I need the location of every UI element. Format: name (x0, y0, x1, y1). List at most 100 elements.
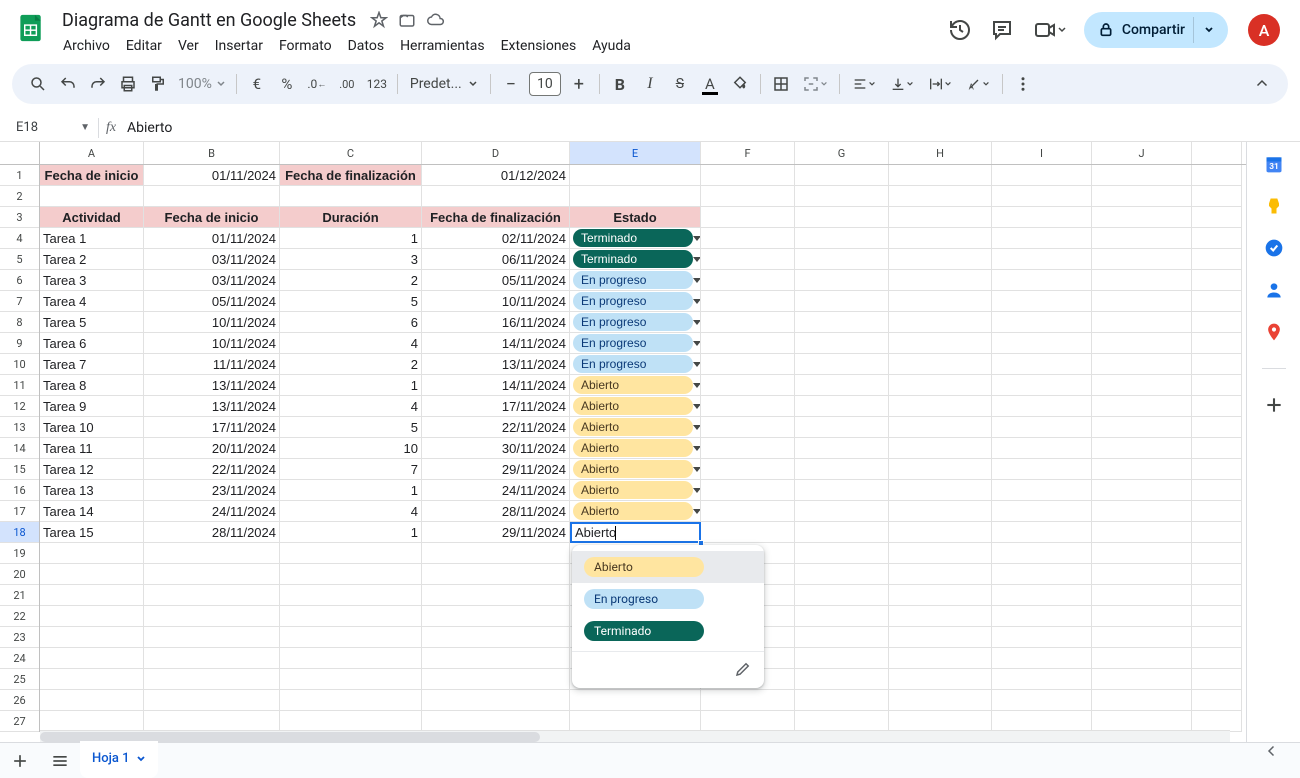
cell[interactable] (1092, 186, 1192, 207)
cell[interactable] (1192, 396, 1242, 417)
cell[interactable] (992, 207, 1092, 228)
cell[interactable] (889, 669, 992, 690)
cell[interactable] (992, 690, 1092, 711)
cell-D15[interactable]: 29/11/2024 (422, 459, 570, 480)
row-header-27[interactable]: 27 (0, 711, 39, 732)
cell[interactable] (144, 648, 280, 669)
cell[interactable] (889, 207, 992, 228)
calendar-icon[interactable]: 31 (1264, 154, 1284, 174)
cell[interactable] (889, 291, 992, 312)
cell[interactable] (992, 165, 1092, 186)
cell[interactable] (795, 543, 889, 564)
row-header-24[interactable]: 24 (0, 648, 39, 669)
cell[interactable] (1092, 669, 1192, 690)
bold-icon[interactable]: B (606, 70, 634, 98)
font-select[interactable]: Predet... (404, 76, 484, 92)
cell-B7[interactable]: 05/11/2024 (144, 291, 280, 312)
col-header-H[interactable]: H (889, 142, 992, 164)
cell[interactable] (1092, 522, 1192, 543)
cell[interactable] (889, 648, 992, 669)
cell[interactable] (1192, 438, 1242, 459)
user-avatar[interactable]: A (1248, 14, 1280, 46)
cell-D10[interactable]: 13/11/2024 (422, 354, 570, 375)
cell-B3[interactable]: Fecha de inicio (144, 207, 280, 228)
dropdown-option-abierto[interactable]: Abierto (572, 551, 764, 583)
dropdown-option-progreso[interactable]: En progreso (572, 583, 764, 615)
cell-A5[interactable]: Tarea 2 (40, 249, 144, 270)
cell-D8[interactable]: 16/11/2024 (422, 312, 570, 333)
cell[interactable] (795, 711, 889, 732)
cell[interactable] (992, 417, 1092, 438)
cell[interactable] (422, 543, 570, 564)
cell[interactable] (1192, 333, 1242, 354)
cell[interactable] (570, 690, 701, 711)
cell[interactable] (1192, 669, 1242, 690)
strike-icon[interactable]: S (666, 70, 694, 98)
cell[interactable] (1192, 228, 1242, 249)
cell-E10[interactable]: En progreso (570, 354, 701, 375)
cell[interactable] (701, 333, 795, 354)
cell-B10[interactable]: 11/11/2024 (144, 354, 280, 375)
formula-input[interactable]: Abierto (123, 120, 1300, 136)
wrap-icon[interactable] (922, 70, 958, 98)
cell[interactable] (40, 690, 144, 711)
cell[interactable] (701, 165, 795, 186)
cell[interactable] (1192, 648, 1242, 669)
cell[interactable] (795, 396, 889, 417)
cell-C1[interactable]: Fecha de finalización (280, 165, 422, 186)
cell[interactable] (795, 669, 889, 690)
cell[interactable] (1192, 711, 1242, 732)
cell[interactable] (889, 585, 992, 606)
cell[interactable] (992, 312, 1092, 333)
cell[interactable] (795, 270, 889, 291)
cell[interactable] (992, 291, 1092, 312)
cell[interactable] (889, 396, 992, 417)
cell[interactable] (144, 585, 280, 606)
merge-icon[interactable] (797, 70, 833, 98)
cell[interactable] (1192, 270, 1242, 291)
cell[interactable] (889, 375, 992, 396)
cell-B9[interactable]: 10/11/2024 (144, 333, 280, 354)
cell[interactable] (280, 690, 422, 711)
cell[interactable] (570, 711, 701, 732)
row-header-26[interactable]: 26 (0, 690, 39, 711)
collapse-toolbar-icon[interactable] (1248, 70, 1276, 98)
cell[interactable] (280, 585, 422, 606)
cell[interactable] (795, 354, 889, 375)
col-header-E[interactable]: E (570, 142, 701, 164)
row-header-22[interactable]: 22 (0, 606, 39, 627)
history-icon[interactable] (946, 16, 974, 44)
cell[interactable] (889, 606, 992, 627)
cell[interactable] (1192, 585, 1242, 606)
cell[interactable] (280, 606, 422, 627)
cell[interactable] (889, 438, 992, 459)
cell[interactable] (701, 249, 795, 270)
cell[interactable] (889, 480, 992, 501)
menu-extensions[interactable]: Extensiones (494, 34, 584, 58)
cell-D6[interactable]: 05/11/2024 (422, 270, 570, 291)
cell[interactable] (1092, 333, 1192, 354)
cell[interactable] (992, 396, 1092, 417)
cell[interactable] (280, 186, 422, 207)
percent-icon[interactable]: % (273, 70, 301, 98)
cell[interactable] (795, 564, 889, 585)
menu-view[interactable]: Ver (171, 34, 206, 58)
cell[interactable] (1192, 459, 1242, 480)
cell-E7[interactable]: En progreso (570, 291, 701, 312)
cell[interactable] (422, 564, 570, 585)
cell[interactable] (992, 711, 1092, 732)
cell-A18[interactable]: Tarea 15 (40, 522, 144, 543)
cell[interactable] (992, 627, 1092, 648)
cell[interactable] (701, 207, 795, 228)
row-header-8[interactable]: 8 (0, 312, 39, 333)
active-cell-editor[interactable]: Abierto (570, 522, 701, 543)
cell[interactable] (992, 501, 1092, 522)
cell-B15[interactable]: 22/11/2024 (144, 459, 280, 480)
row-header-11[interactable]: 11 (0, 375, 39, 396)
row-header-3[interactable]: 3 (0, 207, 39, 228)
cell-E17[interactable]: Abierto (570, 501, 701, 522)
cell[interactable] (1092, 585, 1192, 606)
cell[interactable] (889, 165, 992, 186)
row-header-2[interactable]: 2 (0, 186, 39, 207)
cell-A14[interactable]: Tarea 11 (40, 438, 144, 459)
